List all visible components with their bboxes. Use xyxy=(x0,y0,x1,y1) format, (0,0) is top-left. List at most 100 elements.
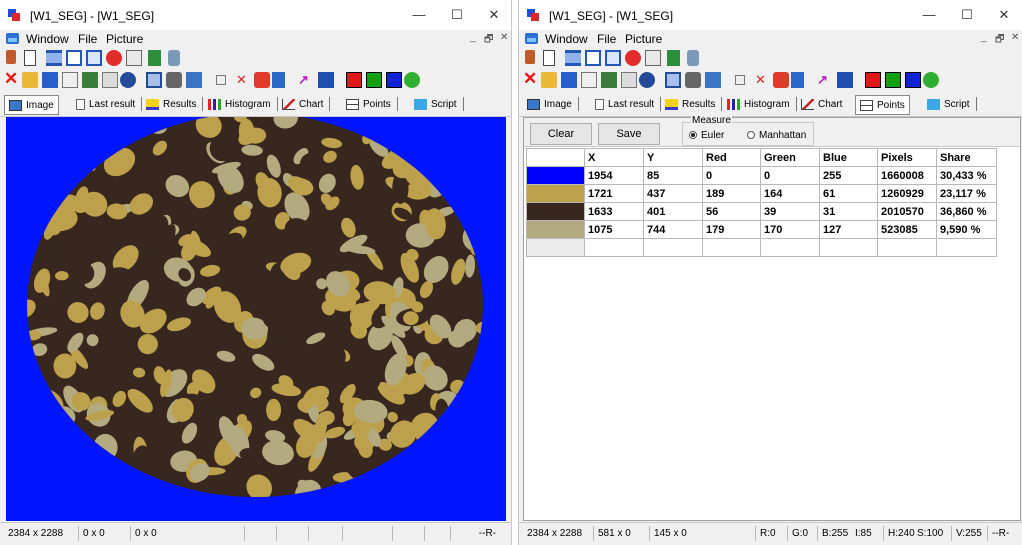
cell-red[interactable]: 179 xyxy=(702,220,761,239)
cell-y[interactable]: 744 xyxy=(643,220,703,239)
tile-vertical-icon[interactable] xyxy=(66,50,82,66)
col-header-blue[interactable]: Blue xyxy=(819,148,878,167)
color-swatch[interactable] xyxy=(526,238,585,257)
mdi-child-icon[interactable] xyxy=(6,33,19,44)
cell-pixels[interactable]: 2010570 xyxy=(877,202,937,221)
map-icon[interactable] xyxy=(186,72,202,88)
print-icon[interactable] xyxy=(687,50,699,66)
segmented-image[interactable] xyxy=(6,117,506,521)
table-row[interactable]: 1954 85 0 0 255 1660008 30,433 % xyxy=(526,166,997,185)
filter-icon[interactable] xyxy=(166,72,182,88)
tile-vertical-icon[interactable] xyxy=(585,50,601,66)
green-channel-icon[interactable] xyxy=(366,72,382,88)
mdi-close-button[interactable]: ✕ xyxy=(500,32,508,43)
maximize-button[interactable]: ☐ xyxy=(439,4,475,26)
tab-chart[interactable]: Chart xyxy=(797,95,846,115)
close-button[interactable]: ✕ xyxy=(986,4,1022,26)
grid-icon[interactable] xyxy=(146,72,162,88)
cell-x[interactable]: 1075 xyxy=(584,220,644,239)
minimize-button[interactable]: — xyxy=(911,4,947,26)
cell-share[interactable]: 30,433 % xyxy=(936,166,997,185)
col-header-y[interactable]: Y xyxy=(643,148,703,167)
cell-blue[interactable]: 61 xyxy=(819,184,878,203)
cell-red[interactable] xyxy=(702,238,761,257)
tab-histogram[interactable]: Histogram xyxy=(723,95,801,115)
sparkle-icon[interactable]: ↗ xyxy=(817,72,833,88)
cell-green[interactable]: 0 xyxy=(760,166,820,185)
mdi-restore-button[interactable]: 🗗 xyxy=(995,32,1004,49)
blue-channel-icon[interactable] xyxy=(386,72,402,88)
properties-icon[interactable] xyxy=(126,50,142,66)
menu-file[interactable]: File xyxy=(78,32,97,46)
color-swatch[interactable] xyxy=(526,202,585,221)
run-icon[interactable] xyxy=(923,72,939,88)
open-icon[interactable] xyxy=(6,50,16,64)
picture-icon[interactable] xyxy=(82,72,98,88)
paint-icon[interactable] xyxy=(254,72,270,88)
table-row[interactable]: 1075 744 179 170 127 523085 9,590 % xyxy=(526,220,997,239)
tab-histogram[interactable]: Histogram xyxy=(204,95,282,115)
save-button[interactable]: Save xyxy=(598,123,660,145)
cell-y[interactable]: 437 xyxy=(643,184,703,203)
segment-icon[interactable] xyxy=(837,72,853,88)
run-icon[interactable] xyxy=(404,72,420,88)
menu-window[interactable]: Window xyxy=(26,32,69,46)
color-swatch[interactable] xyxy=(526,184,585,203)
cell-x[interactable] xyxy=(584,238,644,257)
copy-icon[interactable] xyxy=(581,72,597,88)
cell-red[interactable]: 0 xyxy=(702,166,761,185)
list-icon[interactable] xyxy=(148,50,161,66)
mdi-restore-button[interactable]: 🗗 xyxy=(484,32,493,49)
cell-blue[interactable] xyxy=(819,238,878,257)
tab-script[interactable]: Script xyxy=(923,95,981,115)
col-header-x[interactable]: X xyxy=(584,148,644,167)
cell-share[interactable]: 9,590 % xyxy=(936,220,997,239)
paint-icon[interactable] xyxy=(773,72,789,88)
grid-icon[interactable] xyxy=(665,72,681,88)
cell-y[interactable]: 85 xyxy=(643,166,703,185)
blue-channel-icon[interactable] xyxy=(905,72,921,88)
menu-window[interactable]: Window xyxy=(545,32,588,46)
picture-icon[interactable] xyxy=(601,72,617,88)
color-swatch[interactable] xyxy=(526,220,585,239)
mdi-child-icon[interactable] xyxy=(525,33,538,44)
mdi-minimize-button[interactable]: _ xyxy=(470,32,476,43)
cell-x[interactable]: 1721 xyxy=(584,184,644,203)
filter-icon[interactable] xyxy=(685,72,701,88)
stop-icon[interactable] xyxy=(106,50,122,66)
cut-icon[interactable]: ✕ xyxy=(755,72,771,88)
map-icon[interactable] xyxy=(705,72,721,88)
cell-blue[interactable]: 127 xyxy=(819,220,878,239)
tab-image[interactable]: Image xyxy=(4,95,59,115)
delete-icon[interactable]: ✕ xyxy=(523,70,539,88)
select-icon[interactable] xyxy=(735,75,745,85)
table-row[interactable]: 1721 437 189 164 61 1260929 23,117 % xyxy=(526,184,997,203)
cell-pixels[interactable]: 1660008 xyxy=(877,166,937,185)
save-icon[interactable] xyxy=(561,72,577,88)
tab-last-result[interactable]: Last result xyxy=(591,95,665,115)
clear-button[interactable]: Clear xyxy=(530,123,592,145)
col-header-share[interactable]: Share xyxy=(936,148,997,167)
cell-blue[interactable]: 255 xyxy=(819,166,878,185)
table-row[interactable]: 1633 401 56 39 31 2010570 36,860 % xyxy=(526,202,997,221)
col-header-red[interactable]: Red xyxy=(702,148,761,167)
print-icon[interactable] xyxy=(168,50,180,66)
select-icon[interactable] xyxy=(216,75,226,85)
tab-last-result[interactable]: Last result xyxy=(72,95,146,115)
stop-icon[interactable] xyxy=(625,50,641,66)
tab-results[interactable]: Results xyxy=(142,95,207,115)
menu-picture[interactable]: Picture xyxy=(625,32,662,46)
cell-y[interactable]: 401 xyxy=(643,202,703,221)
tile-horizontal-icon[interactable] xyxy=(46,50,62,66)
red-channel-icon[interactable] xyxy=(346,72,362,88)
measure-icon[interactable] xyxy=(791,72,804,88)
cell-pixels[interactable] xyxy=(877,238,937,257)
cell-green[interactable]: 39 xyxy=(760,202,820,221)
cell-red[interactable]: 56 xyxy=(702,202,761,221)
tab-results[interactable]: Results xyxy=(661,95,726,115)
maximize-button[interactable]: ☐ xyxy=(949,4,985,26)
tab-chart[interactable]: Chart xyxy=(278,95,334,115)
tile-horizontal-icon[interactable] xyxy=(565,50,581,66)
col-header-green[interactable]: Green xyxy=(760,148,820,167)
open-folder-icon[interactable] xyxy=(541,72,557,88)
